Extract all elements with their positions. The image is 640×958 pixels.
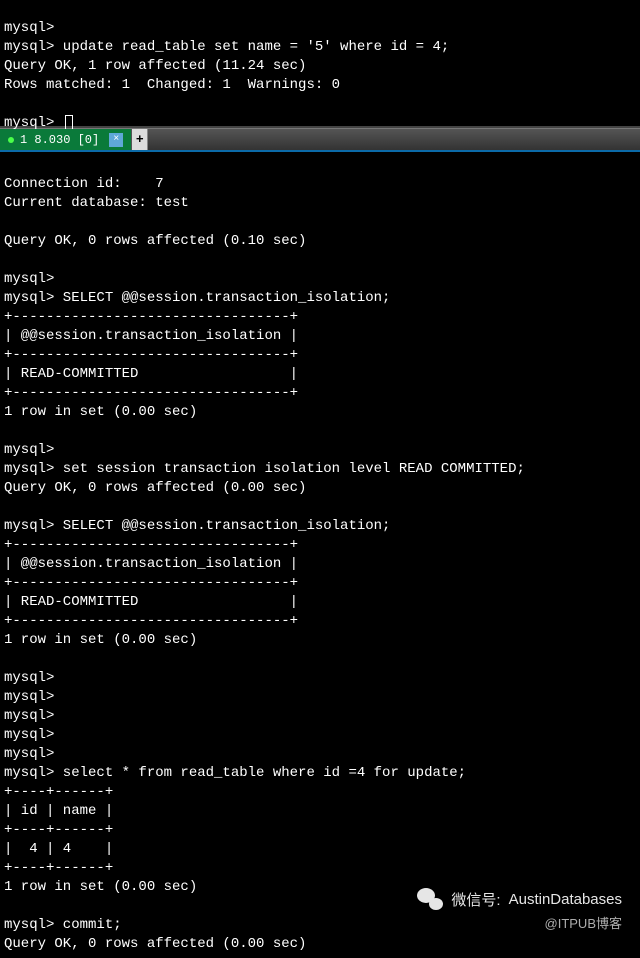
terminal-line: mysql> commit; xyxy=(4,917,122,933)
terminal-line: Rows matched: 1 Changed: 1 Warnings: 0 xyxy=(4,77,340,93)
terminal-line: mysql> xyxy=(4,442,54,458)
terminal-line: mysql> xyxy=(4,727,54,743)
terminal-line: +---------------------------------+ xyxy=(4,385,298,401)
terminal-line: Query OK, 0 rows affected (0.10 sec) xyxy=(4,233,306,249)
itpub-watermark: @ITPUB博客 xyxy=(545,913,622,932)
terminal-line: | @@session.transaction_isolation | xyxy=(4,556,298,572)
wechat-label: 微信号: xyxy=(451,889,500,910)
terminal-line: | 4 | 4 | xyxy=(4,841,113,857)
terminal-line: | id | name | xyxy=(4,803,113,819)
tab-label: 1 8.030 [0] xyxy=(20,133,99,147)
plus-icon: + xyxy=(136,132,144,147)
terminal-line: mysql> xyxy=(4,20,54,36)
terminal-line: 1 row in set (0.00 sec) xyxy=(4,879,197,895)
terminal-line: mysql> xyxy=(4,689,54,705)
terminal-line: +---------------------------------+ xyxy=(4,613,298,629)
terminal-line: mysql> xyxy=(4,670,54,686)
terminal-line: 1 row in set (0.00 sec) xyxy=(4,632,197,648)
status-dot-icon xyxy=(8,137,14,143)
terminal-line: +---------------------------------+ xyxy=(4,347,298,363)
terminal-line: Connection id: 7 xyxy=(4,176,164,192)
new-tab-button[interactable]: + xyxy=(132,129,148,150)
terminal-line: Query OK, 0 rows affected (0.00 sec) xyxy=(4,480,306,496)
terminal-line: | @@session.transaction_isolation | xyxy=(4,328,298,344)
wechat-watermark: 微信号: AustinDatabases xyxy=(417,888,622,910)
terminal-line: Query OK, 1 row affected (11.24 sec) xyxy=(4,58,306,74)
close-tab-button[interactable]: × xyxy=(109,133,123,147)
terminal-line: +---------------------------------+ xyxy=(4,537,298,553)
terminal-line: mysql> set session transaction isolation… xyxy=(4,461,525,477)
wechat-icon xyxy=(417,888,443,910)
terminal-line: mysql> xyxy=(4,708,54,724)
tab-bar: 1 8.030 [0] × + xyxy=(0,128,640,150)
wechat-value: AustinDatabases xyxy=(509,891,622,908)
terminal-line: mysql> select * from read_table where id… xyxy=(4,765,466,781)
cursor-icon xyxy=(65,115,73,130)
terminal-line: +----+------+ xyxy=(4,784,113,800)
terminal-line: +----+------+ xyxy=(4,860,113,876)
terminal-line: mysql> xyxy=(4,271,54,287)
terminal-line: 1 row in set (0.00 sec) xyxy=(4,404,197,420)
terminal-line: +----+------+ xyxy=(4,822,113,838)
terminal-line: | READ-COMMITTED | xyxy=(4,366,298,382)
top-terminal-pane[interactable]: mysql> mysql> update read_table set name… xyxy=(0,0,640,126)
terminal-line: | READ-COMMITTED | xyxy=(4,594,298,610)
terminal-line: mysql> update read_table set name = '5' … xyxy=(4,39,449,55)
terminal-line: mysql> SELECT @@session.transaction_isol… xyxy=(4,290,390,306)
terminal-tab[interactable]: 1 8.030 [0] × xyxy=(0,129,132,150)
terminal-line: +---------------------------------+ xyxy=(4,575,298,591)
terminal-line: Current database: test xyxy=(4,195,189,211)
terminal-line: Query OK, 0 rows affected (0.00 sec) xyxy=(4,936,306,952)
terminal-line: mysql> xyxy=(4,746,54,762)
main-terminal-pane[interactable]: Connection id: 7 Current database: test … xyxy=(0,152,640,958)
terminal-line: mysql> SELECT @@session.transaction_isol… xyxy=(4,518,390,534)
terminal-line: +---------------------------------+ xyxy=(4,309,298,325)
